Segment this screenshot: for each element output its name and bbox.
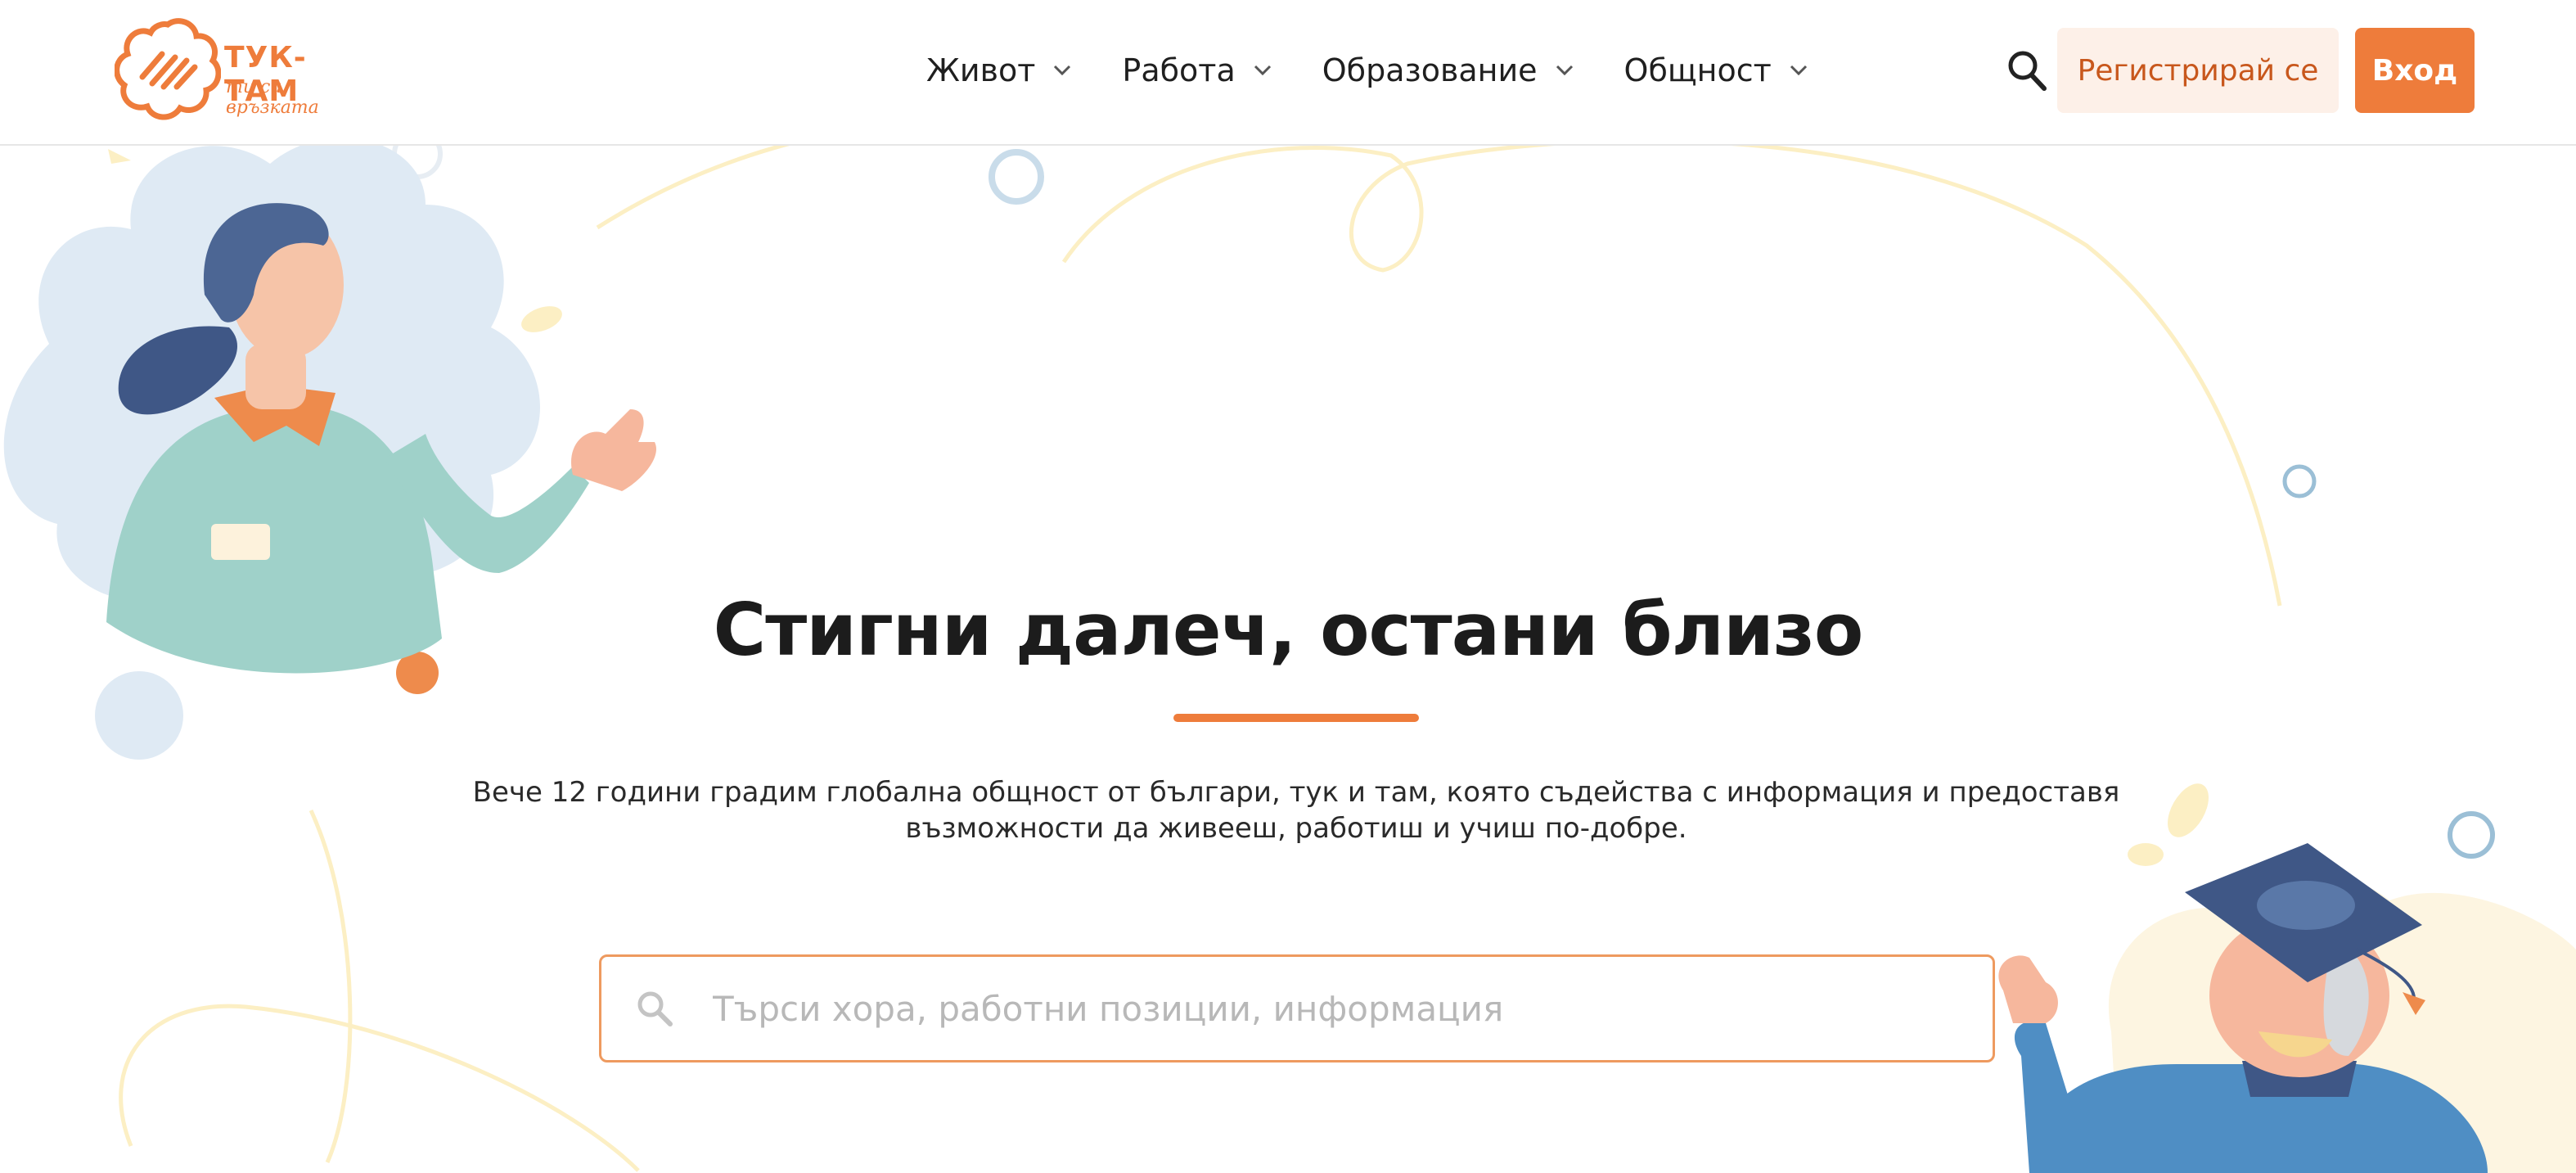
nav-item-obshtnost[interactable]: Общност xyxy=(1624,52,1808,88)
register-button[interactable]: Регистрирай се xyxy=(2057,28,2339,113)
chevron-down-icon xyxy=(1556,65,1573,76)
hero-title-underline xyxy=(1173,714,1419,722)
chevron-down-icon xyxy=(1054,65,1071,76)
hero-description: Вече 12 години градим глобална общност о… xyxy=(472,776,2120,845)
hero-search-box xyxy=(599,954,1995,1062)
nav-item-label: Общност xyxy=(1624,52,1772,88)
main-nav: Живот Работа Образование Общност xyxy=(926,0,1858,141)
nav-item-obrazovanie[interactable]: Образование xyxy=(1322,52,1574,88)
nav-item-label: Работа xyxy=(1122,52,1236,88)
logo-icon xyxy=(115,18,221,120)
header-search-button[interactable] xyxy=(2006,49,2047,92)
nav-item-label: Живот xyxy=(926,52,1036,88)
login-button[interactable]: Вход xyxy=(2355,28,2475,113)
hero-title: Стигни далеч, остани близо xyxy=(713,588,1864,672)
nav-item-zhivot[interactable]: Живот xyxy=(926,52,1071,88)
search-icon xyxy=(637,991,673,1026)
nav-item-rabota[interactable]: Работа xyxy=(1122,52,1271,88)
chevron-down-icon xyxy=(1790,65,1807,76)
hero-search-input[interactable] xyxy=(713,988,1940,1029)
logo-tagline: ти си връзката xyxy=(226,77,319,118)
nav-item-label: Образование xyxy=(1322,52,1538,88)
chevron-down-icon xyxy=(1254,65,1271,76)
search-icon xyxy=(2008,51,2047,91)
site-header: ТУК-ТАМ ти си връзката Живот Работа Обра… xyxy=(0,0,2576,146)
logo[interactable]: ТУК-ТАМ ти си връзката xyxy=(115,18,352,123)
